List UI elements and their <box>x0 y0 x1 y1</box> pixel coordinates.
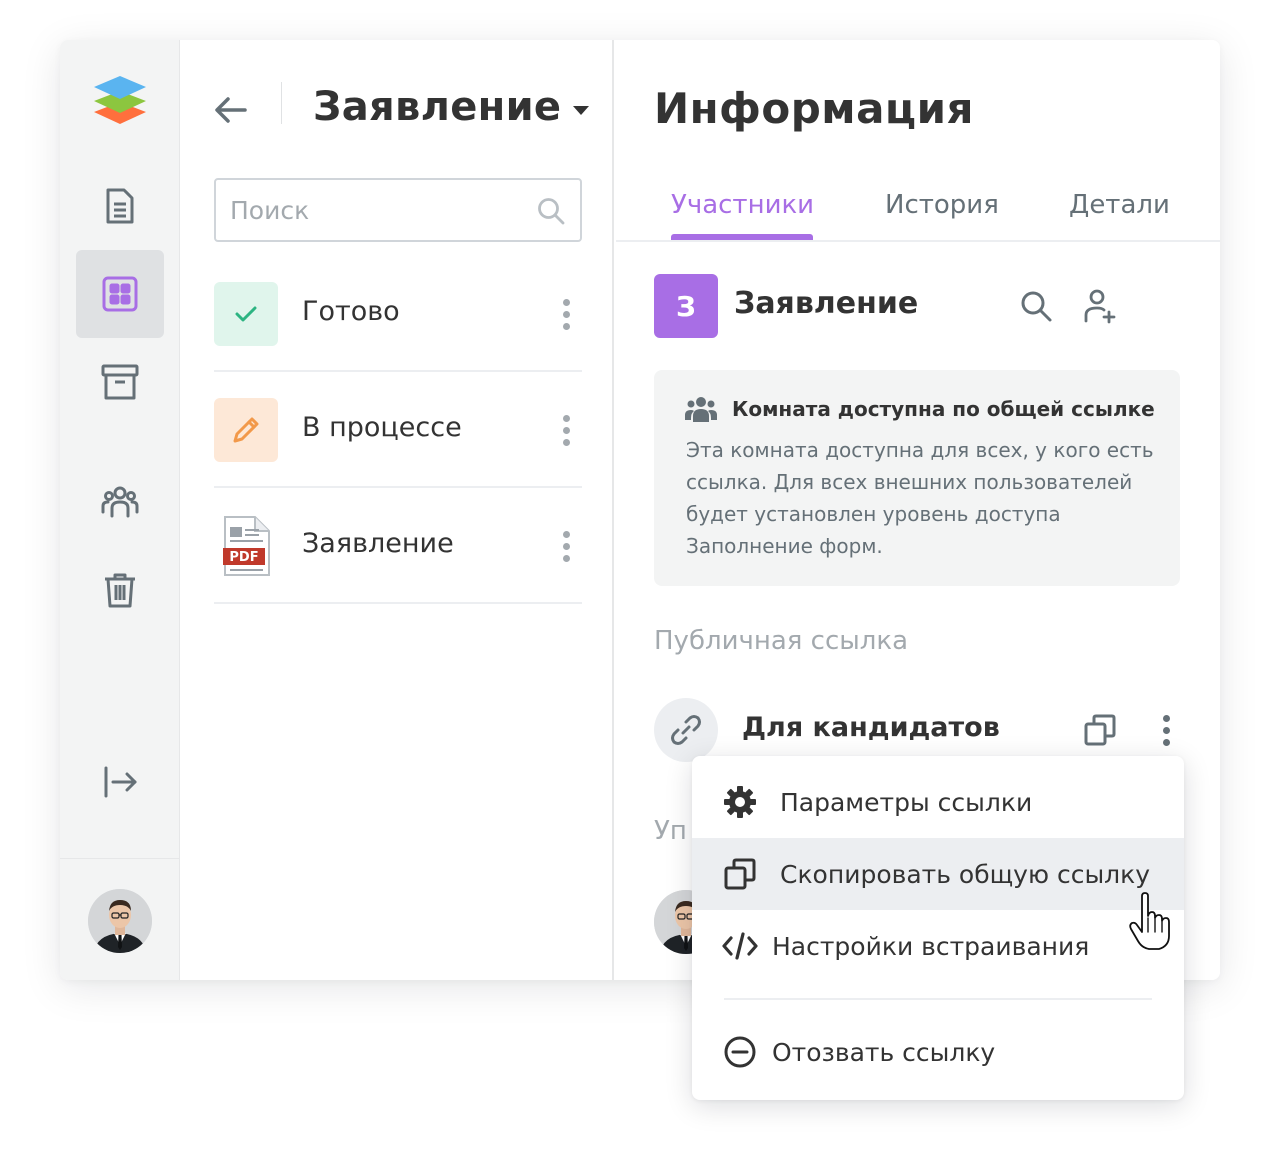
tab-members[interactable]: Участники <box>671 190 814 220</box>
sidebar-item-contacts[interactable] <box>76 458 164 546</box>
hand-pointer-cursor-icon <box>1129 892 1170 950</box>
menu-item-label: Скопировать общую ссылку <box>780 859 1151 889</box>
search-icon <box>1021 291 1052 322</box>
trash-icon <box>105 573 135 608</box>
menu-item-label: Отозвать ссылку <box>772 1037 996 1067</box>
check-icon <box>235 306 257 322</box>
list-item-label: В процессе <box>302 412 462 443</box>
public-access-notice: Комната доступна по общей ссылке Эта ком… <box>654 370 1180 586</box>
link-context-menu: Параметры ссылки Скопировать общую ссылк… <box>692 756 1184 1100</box>
search-icon[interactable] <box>536 196 566 226</box>
public-link-row[interactable]: Для кандидатов <box>654 698 1184 762</box>
menu-item-label: Параметры ссылки <box>780 787 1033 817</box>
sidebar <box>60 40 180 980</box>
logout-icon <box>104 766 137 798</box>
link-icon <box>671 715 701 745</box>
list-item-label: Готово <box>302 296 400 327</box>
copy-icon <box>1084 714 1116 746</box>
tab-details[interactable]: Детали <box>1069 190 1170 220</box>
list-item-pdf-document[interactable]: PDF Заявление <box>214 488 582 604</box>
public-link-heading: Публичная ссылка <box>654 626 909 656</box>
room-avatar: З <box>654 274 718 338</box>
sidebar-item-rooms[interactable] <box>76 250 164 338</box>
people-group-icon <box>685 397 717 422</box>
gear-icon <box>722 784 758 820</box>
more-options-icon[interactable] <box>554 410 578 450</box>
contacts-icon <box>101 486 139 518</box>
copy-link-button[interactable] <box>1080 708 1120 752</box>
status-progress-badge <box>214 398 278 462</box>
menu-item-label: Настройки встраивания <box>772 931 1090 961</box>
room-title-dropdown[interactable]: Заявление <box>313 84 590 130</box>
pdf-file-icon: PDF <box>223 516 270 576</box>
link-name: Для кандидатов <box>742 712 1000 743</box>
caret-down-icon <box>573 105 590 115</box>
tab-history[interactable]: История <box>885 190 999 220</box>
back-button[interactable] <box>211 90 251 130</box>
sidebar-profile <box>60 858 180 980</box>
rooms-panel: Заявление Готово <box>181 40 614 980</box>
rooms-grid-icon <box>102 276 138 312</box>
sidebar-item-archive[interactable] <box>76 338 164 426</box>
menu-divider <box>724 998 1152 1000</box>
link-more-options-icon[interactable] <box>1154 710 1178 750</box>
pencil-icon <box>233 417 259 443</box>
menu-item-copy-link[interactable]: Скопировать общую ссылку <box>692 838 1184 910</box>
list-item-label: Заявление <box>302 528 454 559</box>
room-name: Заявление <box>734 286 919 321</box>
link-avatar <box>654 698 718 762</box>
search-box[interactable] <box>214 178 582 242</box>
logout-button[interactable] <box>76 738 164 826</box>
page-title: Заявление <box>313 84 562 130</box>
add-user-icon <box>1084 289 1116 324</box>
embed-code-icon <box>722 928 758 964</box>
app-logo-icon[interactable] <box>92 74 148 126</box>
search-input[interactable] <box>230 192 530 228</box>
sidebar-item-trash[interactable] <box>76 546 164 634</box>
user-photo-icon <box>88 889 152 953</box>
menu-item-embed-settings[interactable]: Настройки встраивания <box>692 910 1184 982</box>
active-tab-indicator <box>671 234 813 240</box>
document-icon <box>106 188 134 224</box>
arrow-left-icon <box>215 97 247 123</box>
list-item-done[interactable]: Готово <box>214 256 582 372</box>
pdf-badge-text: PDF <box>229 550 258 565</box>
archive-icon <box>101 364 139 400</box>
menu-item-revoke-link[interactable]: Отозвать ссылку <box>692 1016 1184 1088</box>
status-done-badge <box>214 282 278 346</box>
invite-user-button[interactable] <box>1080 286 1120 326</box>
notice-title: Комната доступна по общей ссылке <box>732 397 1155 421</box>
more-options-icon[interactable] <box>554 526 578 566</box>
divider <box>281 82 282 124</box>
list-item-in-progress[interactable]: В процессе <box>214 372 582 488</box>
info-title: Информация <box>654 84 974 133</box>
menu-item-link-settings[interactable]: Параметры ссылки <box>692 766 1184 838</box>
revoke-icon <box>722 1034 758 1070</box>
search-members-button[interactable] <box>1016 286 1056 326</box>
members-heading: Уп <box>654 816 687 846</box>
copy-icon <box>722 856 758 892</box>
notice-text: Эта комната доступна для всех, у кого ес… <box>686 438 1154 558</box>
room-more-options-icon[interactable] <box>1212 290 1220 330</box>
info-tabs: Участники История Детали <box>616 190 1220 242</box>
sidebar-item-documents[interactable] <box>76 162 164 250</box>
avatar[interactable] <box>88 889 152 953</box>
file-thumbnail: PDF <box>214 514 278 578</box>
more-options-icon[interactable] <box>554 294 578 334</box>
